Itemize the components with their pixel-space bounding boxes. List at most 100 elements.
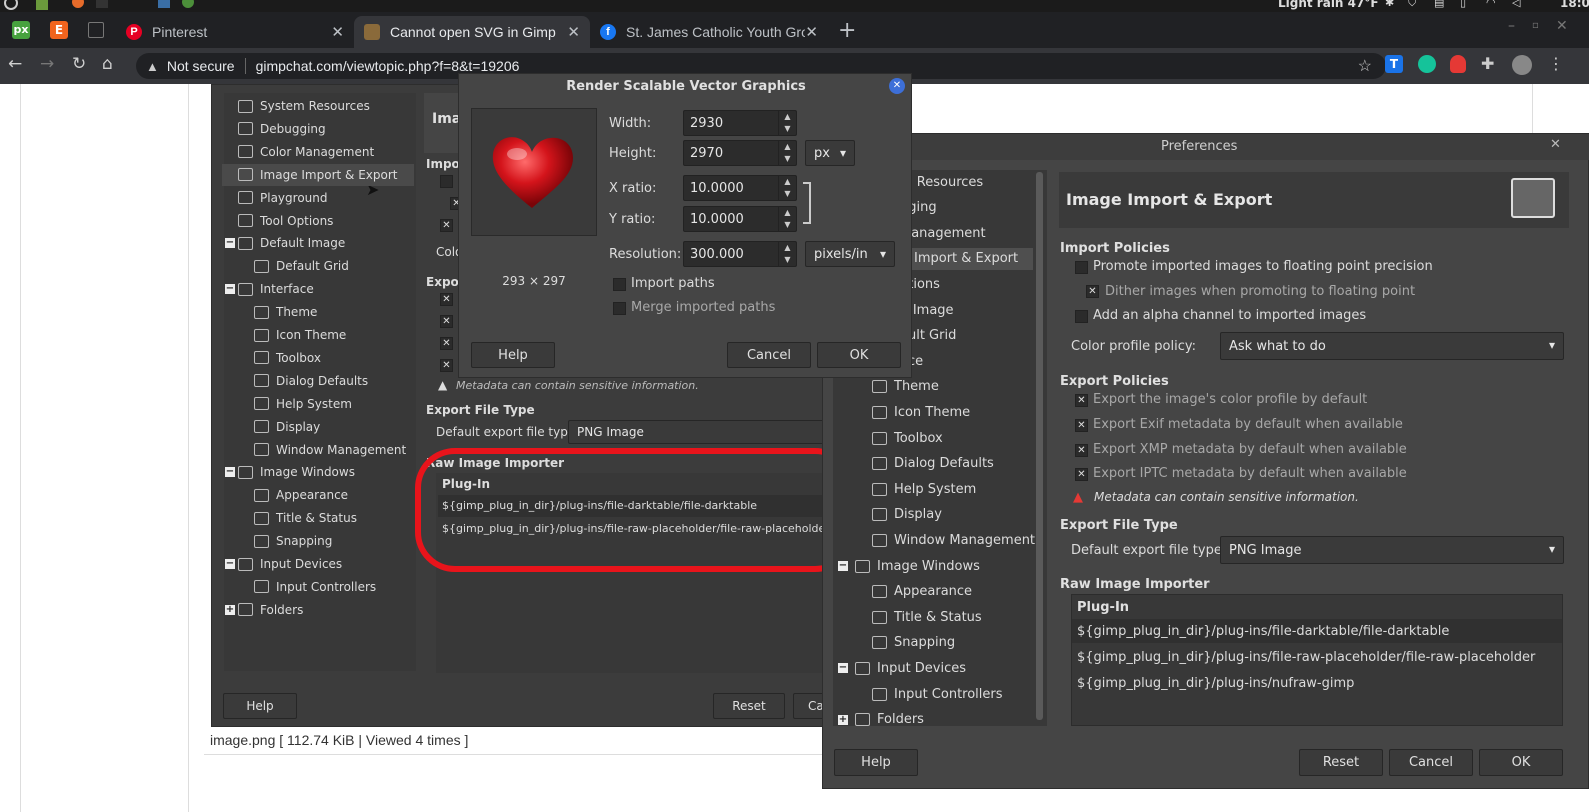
export-xmp-checkbox[interactable]: ✕ [1075, 444, 1088, 457]
help-button[interactable]: Help [223, 693, 297, 719]
sidebar-item-17[interactable]: Appearance [872, 581, 972, 603]
color-policy-combo[interactable]: Ask what to do ▾ [1220, 332, 1564, 360]
extension-grammarly-icon[interactable] [1418, 55, 1436, 73]
sidebar-item-title-status[interactable]: Title & Status [254, 507, 357, 529]
export-color-checkbox[interactable]: ✕ [440, 293, 453, 306]
sidebar-item-default-grid[interactable]: Default Grid [254, 255, 349, 277]
ok-button[interactable]: OK [1479, 749, 1563, 776]
promote-label[interactable]: Promote imported images to floating poin… [1093, 259, 1433, 274]
close-icon[interactable]: ✕ [1550, 137, 1561, 152]
plugin-row[interactable]: ${gimp_plug_in_dir}/plug-ins/file-darkta… [1077, 624, 1449, 639]
sidebar-item-19[interactable]: Snapping [872, 632, 955, 654]
app-launcher-icon[interactable] [36, 0, 48, 10]
profile-avatar[interactable] [1512, 55, 1532, 75]
close-icon[interactable]: ✕ [567, 23, 580, 41]
height-spinbox[interactable]: 2970 ▲ ▼ [683, 140, 797, 166]
expander-icon[interactable]: + [838, 714, 848, 725]
sidebar-item-toolbox[interactable]: Toolbox [254, 347, 321, 369]
cancel-button[interactable]: Cancel [1389, 749, 1473, 776]
forward-icon[interactable]: → [40, 54, 54, 74]
merge-paths-checkbox[interactable] [613, 302, 626, 315]
alpha-checkbox[interactable] [1075, 310, 1088, 323]
close-icon[interactable]: ✕ [331, 23, 344, 41]
extensions-puzzle-icon[interactable]: ✚ [1481, 54, 1494, 73]
security-label[interactable]: Not secure [167, 58, 235, 74]
sidebar-item-image-import-export[interactable]: Image Import & Export [222, 163, 414, 186]
back-icon[interactable]: ← [8, 54, 22, 74]
clipboard-icon[interactable]: ▯ [1460, 0, 1466, 9]
volume-icon[interactable]: ◁ [1512, 0, 1520, 9]
pinned-tab-px[interactable]: px [12, 21, 30, 39]
export-iptc-checkbox[interactable]: ✕ [1075, 468, 1088, 481]
sidebar-item-default-image[interactable]: Default Image [238, 232, 345, 254]
sidebar-item-tool-options[interactable]: Tool Options [238, 210, 333, 232]
sidebar-item-13[interactable]: Help System [872, 478, 976, 500]
restore-icon[interactable]: ▫ [1532, 20, 1539, 31]
import-paths-label[interactable]: Import paths [631, 276, 715, 291]
spin-arrows-icon[interactable]: ▲ ▼ [778, 141, 796, 165]
ok-button[interactable]: OK [817, 342, 901, 368]
sidebar-item-window-management[interactable]: Window Management [254, 439, 406, 461]
expander-icon[interactable]: − [225, 284, 235, 295]
xratio-spinbox[interactable]: 10.0000 ▲ ▼ [683, 175, 797, 201]
sidebar-item-15[interactable]: Window Management [872, 529, 1035, 551]
unit-combo[interactable]: px ▾ [805, 140, 855, 166]
sidebar-item-14[interactable]: Display [872, 504, 942, 526]
promote-checkbox[interactable] [440, 175, 453, 188]
expander-icon[interactable]: − [838, 663, 848, 674]
spin-arrows-icon[interactable]: ▲ ▼ [778, 242, 796, 266]
bluetooth-icon[interactable]: ✱ [1385, 0, 1394, 9]
export-color-checkbox[interactable]: ✕ [1075, 394, 1088, 407]
tab-gimpchat[interactable]: Cannot open SVG in Gimp • Gi ✕ [354, 16, 590, 48]
promote-checkbox[interactable] [1075, 261, 1088, 274]
default-export-combo[interactable]: PNG Image ▾ [1220, 536, 1564, 564]
camera-launcher-icon[interactable] [158, 0, 170, 8]
width-spinbox[interactable]: 2930 ▲ ▼ [683, 110, 797, 136]
terminal-launcher-icon[interactable] [96, 0, 108, 8]
new-tab-button[interactable]: + [838, 18, 856, 43]
sidebar-item-system-resources[interactable]: System Resources [238, 95, 370, 117]
sidebar-item-18[interactable]: Title & Status [872, 606, 982, 628]
plugin-row[interactable]: ${gimp_plug_in_dir}/plug-ins/file-raw-pl… [1077, 650, 1535, 665]
sidebar-item-3[interactable]: Management [900, 222, 986, 244]
extension-t-icon[interactable]: T [1385, 55, 1403, 73]
sidebar-item-16[interactable]: Image Windows [855, 555, 980, 577]
pinned-tab-doc-icon[interactable] [88, 22, 104, 38]
sidebar-item-appearance[interactable]: Appearance [254, 484, 348, 506]
sidebar-item-help-system[interactable]: Help System [254, 393, 352, 415]
sidebar-item-playground[interactable]: Playground [238, 187, 327, 209]
export-xmp-label[interactable]: Export XMP metadata by default when avai… [1093, 442, 1407, 457]
tab-stjames[interactable]: f St. James Catholic Youth Grou ✕ [590, 16, 828, 48]
minimize-icon[interactable]: – [1508, 18, 1515, 34]
sidebar-item-image-windows[interactable]: Image Windows [238, 461, 355, 483]
sidebar-item-icon-theme[interactable]: Icon Theme [254, 324, 346, 346]
sidebar-item-22[interactable]: Folders [855, 709, 924, 731]
menu-icon[interactable] [4, 0, 18, 10]
merge-paths-label[interactable]: Merge imported paths [631, 300, 775, 315]
spin-arrows-icon[interactable]: ▲ ▼ [778, 207, 796, 231]
expander-icon[interactable]: + [225, 604, 235, 615]
export-iptc-label[interactable]: Export IPTC metadata by default when ava… [1093, 466, 1407, 481]
sidebar-item-1[interactable]: m Resources [900, 171, 983, 193]
export-exif-checkbox[interactable]: ✕ [440, 315, 453, 328]
sidebar-item-10[interactable]: Icon Theme [872, 401, 970, 423]
sidebar-item-21[interactable]: Input Controllers [872, 683, 1003, 705]
close-icon[interactable]: ✕ [805, 23, 818, 41]
reload-icon[interactable]: ↻ [72, 54, 86, 74]
chrome-launcher-icon[interactable] [182, 0, 194, 8]
sidebar-item-dialog-defaults[interactable]: Dialog Defaults [254, 370, 368, 392]
sidebar-item-20[interactable]: Input Devices [855, 657, 966, 679]
tree-scrollbar[interactable] [1036, 172, 1043, 720]
yratio-spinbox[interactable]: 10.0000 ▲ ▼ [683, 206, 797, 232]
resolution-unit-combo[interactable]: pixels/in ▾ [805, 241, 895, 267]
printer-icon[interactable]: ▤ [1434, 0, 1444, 9]
sidebar-item-color-management[interactable]: Color Management [238, 141, 374, 163]
wifi-icon[interactable]: ◠ [1486, 0, 1496, 9]
pinned-tab-etsy[interactable]: E [50, 21, 68, 39]
sidebar-item-9[interactable]: Theme [872, 376, 939, 398]
sidebar-item-11[interactable]: Toolbox [872, 427, 943, 449]
reset-button[interactable]: Reset [1299, 749, 1383, 776]
alpha-checkbox[interactable]: ✕ [440, 219, 453, 232]
resolution-spinbox[interactable]: 300.000 ▲ ▼ [683, 241, 797, 267]
sidebar-item-theme[interactable]: Theme [254, 301, 317, 323]
